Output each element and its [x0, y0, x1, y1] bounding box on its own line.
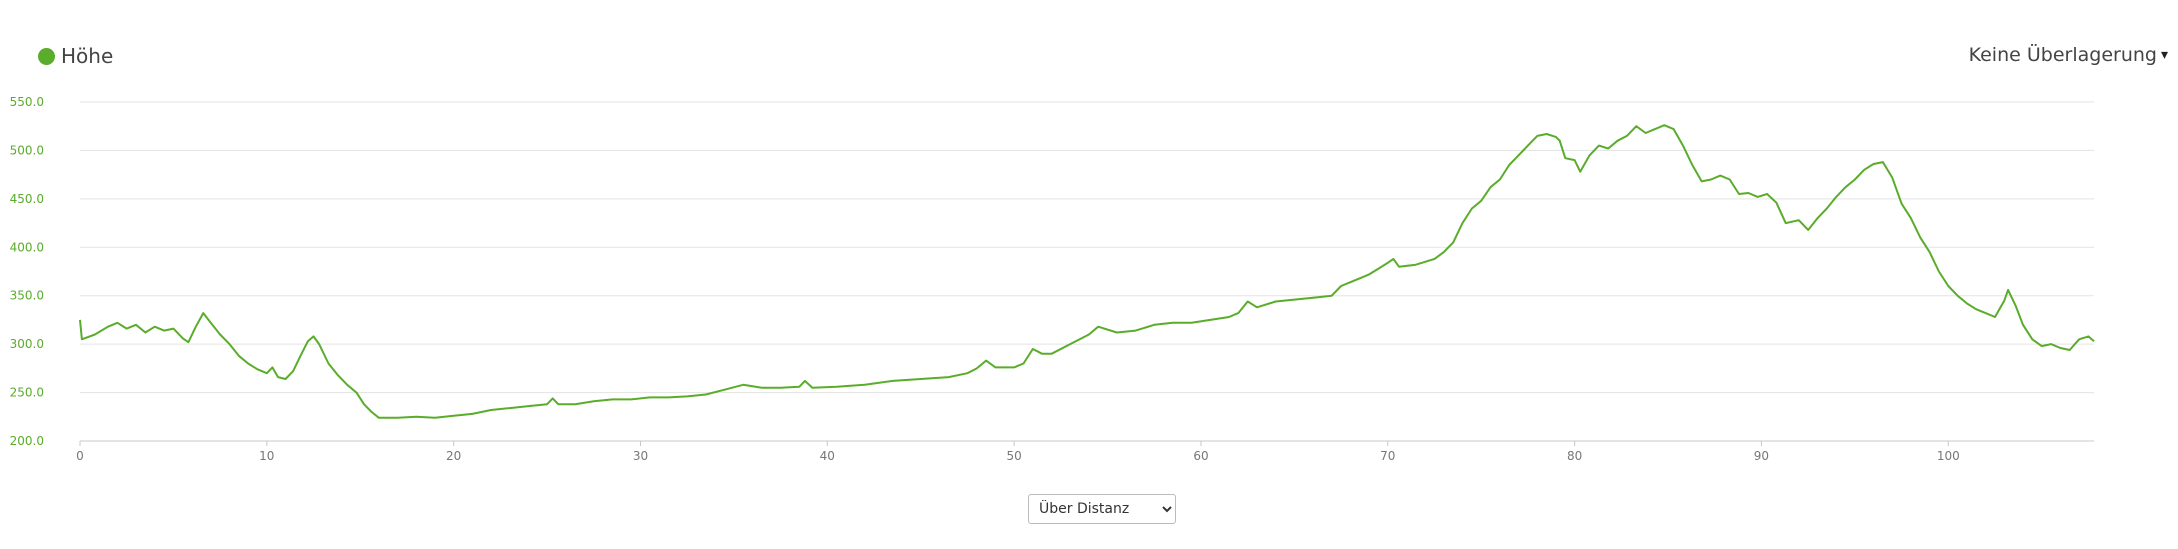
y-tick-label: 200.0: [10, 434, 44, 448]
x-tick-label: 50: [1006, 449, 1021, 463]
x-tick-label: 10: [259, 449, 274, 463]
x-tick-label: 90: [1754, 449, 1769, 463]
x-tick-label: 80: [1567, 449, 1582, 463]
y-tick-label: 450.0: [10, 192, 44, 206]
x-tick-label: 100: [1937, 449, 1960, 463]
x-tick-label: 70: [1380, 449, 1395, 463]
elevation-series-line: [79, 124, 2095, 419]
y-tick-label: 500.0: [10, 143, 44, 157]
x-tick-label: 60: [1193, 449, 1208, 463]
y-tick-label: 350.0: [10, 289, 44, 303]
y-tick-label: 400.0: [10, 240, 44, 254]
distance-mode-select[interactable]: Über Distanz: [1028, 494, 1176, 524]
x-tick-label: 30: [633, 449, 648, 463]
x-tick-label: 40: [820, 449, 835, 463]
y-tick-label: 300.0: [10, 337, 44, 351]
y-tick-label: 550.0: [10, 95, 44, 109]
elevation-chart: 200.0 250.0 300.0 350.0 400.0 450.0 500.0 550.0…: [10, 95, 2095, 463]
x-tick-label: 20: [446, 449, 461, 463]
y-tick-label: 250.0: [10, 386, 44, 400]
x-tick-label: 0: [76, 449, 84, 463]
